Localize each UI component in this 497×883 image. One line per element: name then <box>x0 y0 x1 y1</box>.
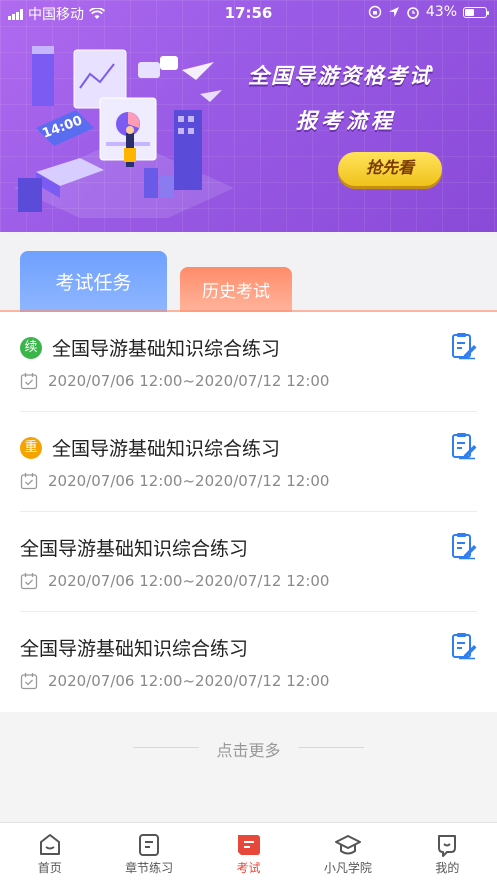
list-item[interactable]: 重 全国导游基础知识综合练习 2020/07/06 12:00~2020/07/… <box>20 412 477 512</box>
exam-time: 2020/07/06 12:00~2020/07/12 12:00 <box>48 572 330 590</box>
edit-exam-icon[interactable] <box>451 532 477 560</box>
list-item[interactable]: 全国导游基础知识综合练习 2020/07/06 12:00~2020/07/12… <box>20 612 477 712</box>
nav-mine-label: 我的 <box>435 861 460 875</box>
banner-title: 全国导游资格考试 <box>248 64 432 88</box>
nav-academy[interactable]: 小凡学院 <box>298 823 397 883</box>
home-icon <box>39 834 60 855</box>
nav-home[interactable]: 首页 <box>0 823 99 883</box>
tab-exam-tasks[interactable]: 考试任务 <box>20 251 167 312</box>
exam-time: 2020/07/06 12:00~2020/07/12 12:00 <box>48 372 330 390</box>
banner-illustration: 14:00 <box>14 46 234 218</box>
promo-banner[interactable]: 中国移动 17:56 43% 14:00 全国导游资格考试 报考流程 抢先看 <box>0 0 497 232</box>
exam-tabs: 历史考试 考试任务 <box>0 232 497 312</box>
load-more-label[interactable]: 点击更多 <box>0 737 497 761</box>
status-bar: 中国移动 17:56 43% <box>0 0 497 26</box>
battery-percent: 43% <box>425 4 457 20</box>
calendar-icon <box>20 673 38 690</box>
load-more[interactable]: 点击更多 <box>0 712 497 822</box>
calendar-icon <box>20 473 38 490</box>
status-badge: 续 <box>20 336 42 359</box>
exam-list: 续 全国导游基础知识综合练习 2020/07/06 12:00~2020/07/… <box>0 312 497 712</box>
edit-exam-icon[interactable] <box>451 632 477 660</box>
preview-button[interactable]: 抢先看 <box>338 152 442 186</box>
chapter-icon <box>139 834 160 856</box>
battery-icon <box>463 6 489 18</box>
nav-academy-label: 小凡学院 <box>323 861 372 875</box>
exam-title: 全国导游基础知识综合练习 <box>52 338 281 360</box>
list-item[interactable]: 全国导游基础知识综合练习 2020/07/06 12:00~2020/07/12… <box>20 512 477 612</box>
calendar-icon <box>20 373 38 390</box>
nav-exam[interactable]: 考试 <box>199 823 298 883</box>
graduation-cap-icon <box>334 835 361 855</box>
tab-history-exams[interactable]: 历史考试 <box>180 267 292 312</box>
bottom-nav: 首页 章节练习 考试 小凡学院 我的 <box>0 822 497 883</box>
exam-time: 2020/07/06 12:00~2020/07/12 12:00 <box>48 672 330 690</box>
alarm-icon <box>407 7 419 19</box>
nav-chapter-practice[interactable]: 章节练习 <box>99 823 198 883</box>
exam-time: 2020/07/06 12:00~2020/07/12 12:00 <box>48 472 330 490</box>
nav-exam-label: 考试 <box>236 861 261 875</box>
status-badge: 重 <box>20 436 42 459</box>
profile-icon <box>438 835 457 857</box>
edit-exam-icon[interactable] <box>451 332 477 360</box>
nav-chapter-label: 章节练习 <box>125 861 174 875</box>
divider <box>298 747 364 748</box>
exam-icon <box>237 835 260 855</box>
exam-title: 全国导游基础知识综合练习 <box>52 438 281 460</box>
nav-home-label: 首页 <box>37 861 62 875</box>
location-icon <box>388 7 399 17</box>
banner-subtitle: 报考流程 <box>296 109 396 133</box>
calendar-icon <box>20 573 38 590</box>
edit-exam-icon[interactable] <box>451 432 477 460</box>
list-item[interactable]: 续 全国导游基础知识综合练习 2020/07/06 12:00~2020/07/… <box>20 312 477 412</box>
nav-mine[interactable]: 我的 <box>398 823 497 883</box>
exam-title: 全国导游基础知识综合练习 <box>20 538 249 560</box>
lock-rotation-icon <box>368 5 382 19</box>
exam-title: 全国导游基础知识综合练习 <box>20 638 249 660</box>
